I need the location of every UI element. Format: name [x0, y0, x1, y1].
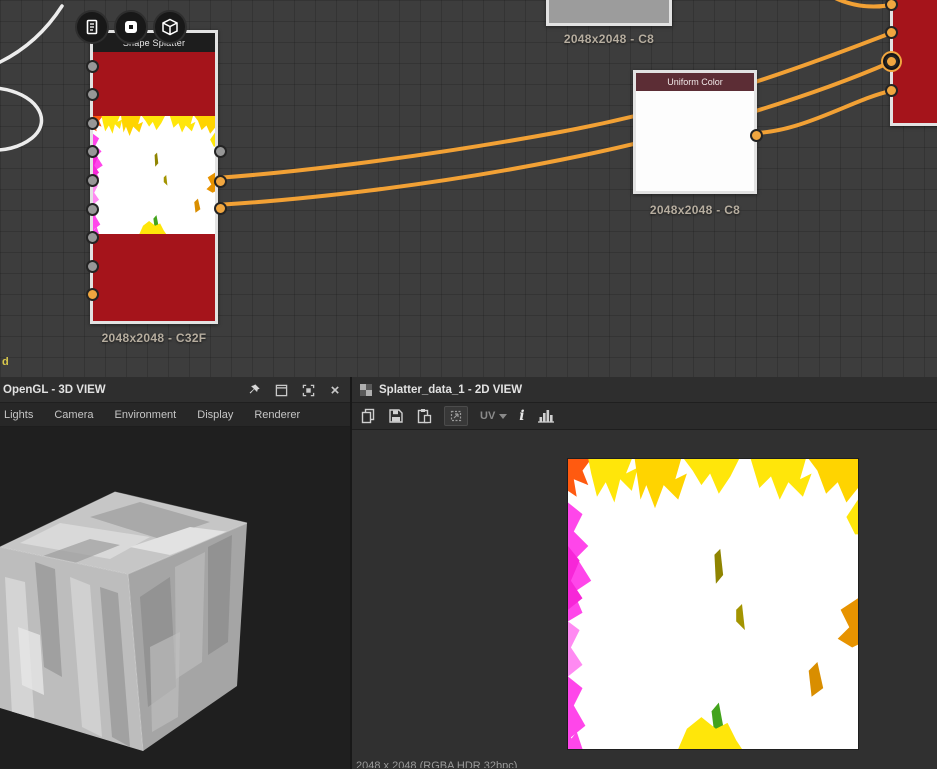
shape-icon[interactable]: [114, 10, 148, 44]
panel-2d-view: Splatter_data_1 - 2D VIEW UV i 2048 x 20…: [352, 377, 937, 769]
input-port-connected[interactable]: [86, 288, 99, 301]
view2d-toolbar: UV i: [352, 403, 937, 430]
clipped-node-label: d: [2, 356, 9, 368]
node-thumbnail: [93, 116, 215, 234]
input-port[interactable]: [86, 117, 99, 130]
panel-3d-view: OpenGL - 3D VIEW × Lights Camera Environ…: [0, 377, 350, 769]
cube-3d-preview: [0, 491, 248, 752]
node-title: Shape Splatter: [93, 33, 215, 52]
menu-display[interactable]: Display: [197, 409, 233, 421]
output-port-connected[interactable]: [750, 129, 763, 142]
node-graph-canvas[interactable]: Shape Splatter 2048x2048 - C32F 2048x204…: [0, 0, 937, 377]
node-section: [93, 52, 215, 116]
panel-3d-header: OpenGL - 3D VIEW ×: [0, 377, 350, 403]
input-port[interactable]: [86, 260, 99, 273]
node-top-partial[interactable]: [546, 0, 672, 26]
menu-environment[interactable]: Environment: [114, 409, 176, 421]
node-title: Uniform Color: [636, 73, 754, 91]
panel-2d-header: Splatter_data_1 - 2D VIEW: [352, 377, 937, 403]
cube-icon[interactable]: [153, 10, 187, 44]
output-port-connected[interactable]: [214, 175, 227, 188]
copy-icon[interactable]: [360, 406, 376, 426]
menu-lights[interactable]: Lights: [4, 409, 33, 421]
input-port-connected[interactable]: [885, 26, 898, 39]
menu-camera[interactable]: Camera: [54, 409, 93, 421]
texture-status-text: 2048 x 2048 (RGBA HDR 32bpc): [356, 760, 518, 768]
input-port-connected[interactable]: [885, 84, 898, 97]
paste-icon[interactable]: [416, 406, 432, 426]
view3d-menubar: Lights Camera Environment Display Render…: [0, 403, 350, 427]
document-icon[interactable]: [75, 10, 109, 44]
info-icon[interactable]: i: [519, 406, 524, 426]
transform-icon[interactable]: [444, 406, 468, 426]
panel-3d-title: OpenGL - 3D VIEW: [3, 383, 106, 396]
output-port[interactable]: [214, 145, 227, 158]
input-port[interactable]: [86, 231, 99, 244]
node-right-partial[interactable]: [885, 0, 937, 126]
texture-preview-2d: [568, 459, 858, 749]
input-port-selected[interactable]: [885, 55, 898, 68]
panel-2d-title: Splatter_data_1 - 2D VIEW: [379, 383, 523, 396]
wire[interactable]: [0, 4, 64, 64]
pin-icon[interactable]: [245, 381, 263, 399]
input-port[interactable]: [86, 88, 99, 101]
node-size-label: 2048x2048 - C8: [563, 32, 655, 46]
maximize-icon[interactable]: [299, 381, 317, 399]
wire[interactable]: [824, 0, 893, 9]
input-port-connected[interactable]: [885, 0, 898, 11]
uv-label: UV: [480, 410, 496, 422]
input-port[interactable]: [86, 174, 99, 187]
wire[interactable]: [214, 31, 893, 180]
viewport-2d[interactable]: 2048 x 2048 (RGBA HDR 32bpc): [352, 430, 937, 768]
app-window: Shape Splatter 2048x2048 - C32F 2048x204…: [0, 0, 937, 769]
node-uniform-color[interactable]: Uniform Color: [633, 70, 763, 194]
wire[interactable]: [754, 89, 893, 135]
node-shape-splatter[interactable]: Shape Splatter: [86, 30, 227, 324]
input-port[interactable]: [86, 203, 99, 216]
viewport-3d[interactable]: [0, 427, 350, 768]
wire[interactable]: [0, 86, 44, 152]
input-port[interactable]: [86, 60, 99, 73]
save-icon[interactable]: [388, 406, 404, 426]
close-icon[interactable]: ×: [326, 381, 344, 399]
float-window-icon[interactable]: [272, 381, 290, 399]
output-port-connected[interactable]: [214, 202, 227, 215]
menu-renderer[interactable]: Renderer: [254, 409, 300, 421]
uv-dropdown[interactable]: UV: [480, 410, 508, 422]
texture-icon: [352, 383, 372, 396]
chevron-down-icon: [499, 413, 508, 419]
histogram-icon[interactable]: [537, 406, 555, 426]
node-size-label: 2048x2048 - C8: [649, 203, 741, 217]
node-size-label: 2048x2048 - C32F: [101, 331, 207, 345]
input-port[interactable]: [86, 145, 99, 158]
